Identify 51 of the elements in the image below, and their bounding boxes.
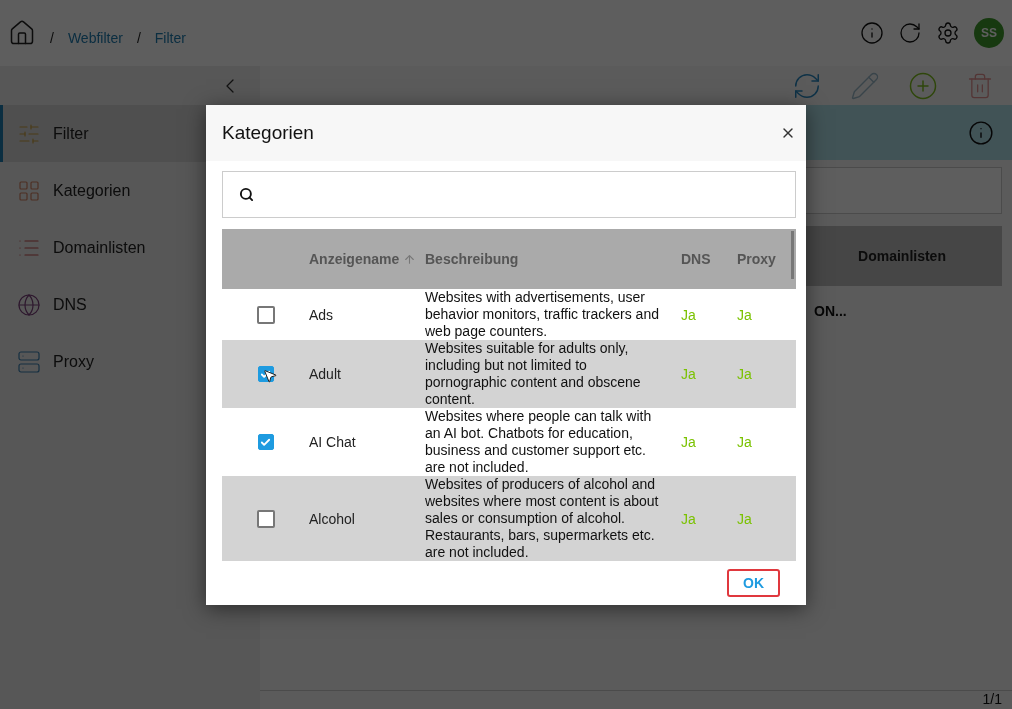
table-cell-text: Websites suitable for adults only, including but not limited to pornographic content and obscene content. <box>425 340 642 408</box>
table-cell-text: Adult <box>309 366 342 382</box>
table-cell-text: Ja <box>737 366 753 382</box>
column-header[interactable]: Proxy <box>737 251 796 267</box>
table-cell-text: Websites with advertisements, user behavior monitors, traffic trackers and web page counters. <box>425 289 660 340</box>
user-avatar[interactable]: SS <box>974 18 1004 48</box>
checkbox[interactable] <box>256 305 275 324</box>
table-cell-text: ON... <box>814 303 848 319</box>
table-cell-text: Ja <box>681 306 697 323</box>
table-cell-text: Ja <box>737 510 753 527</box>
sidebar-item[interactable]: DNS <box>0 276 260 333</box>
cursor-icon <box>262 368 278 384</box>
column-header[interactable]: Domainlisten <box>802 226 1002 286</box>
table-cell-text: AI Chat <box>309 434 357 450</box>
ok-button[interactable]: OK <box>727 569 780 597</box>
column-header[interactable]: Beschreibung <box>425 251 681 267</box>
info-icon[interactable] <box>860 21 884 45</box>
table-cell-text: Ja <box>681 434 697 450</box>
checkbox[interactable] <box>256 509 275 528</box>
server-icon <box>17 349 41 374</box>
info-icon[interactable] <box>968 119 994 146</box>
column-header[interactable]: Anzeigename <box>309 251 425 267</box>
breadcrumb-separator: / <box>136 30 141 46</box>
breadcrumb-link[interactable]: Webfilter <box>67 30 123 46</box>
sidebar-item[interactable]: Proxy <box>0 333 260 390</box>
search-field[interactable] <box>222 171 796 218</box>
table-cell-text: Ja <box>681 366 697 382</box>
table-cell-text: Websites of producers of alcohol and websites where most content is about sales or consumption of alcohol. Restaurants, bars, supermarkets etc. are not included. <box>425 476 660 561</box>
sidebar-item[interactable]: Kategorien <box>0 162 260 219</box>
breadcrumb-separator: / <box>50 30 54 46</box>
settings-icon[interactable] <box>936 21 960 45</box>
grid-icon <box>17 178 41 203</box>
table-cell-text: Ja <box>681 510 697 527</box>
scrollbar[interactable] <box>791 231 794 279</box>
table-cell-text: Websites where people can talk with an AI bot. Chatbots for education, business and customer support etc. are not included. <box>425 408 653 476</box>
sidebar-item[interactable]: Domainlisten <box>0 219 260 276</box>
check-icon <box>260 436 271 448</box>
trash-icon[interactable] <box>966 71 994 100</box>
checkbox[interactable] <box>257 434 274 450</box>
plus-icon[interactable] <box>908 70 938 101</box>
table-cell-text: Alcohol <box>309 510 356 527</box>
table-cell-text: Ads <box>309 306 335 323</box>
table-cell-text: Ja <box>737 306 753 323</box>
globe-icon <box>17 292 41 317</box>
breadcrumb-link[interactable]: Filter <box>154 30 186 46</box>
refresh-icon[interactable] <box>898 21 922 45</box>
table-cell-text: Ja <box>737 434 753 450</box>
page-count: 1/1 <box>982 691 1002 709</box>
search-icon <box>239 187 254 202</box>
column-header[interactable]: DNS <box>681 251 737 267</box>
home-icon[interactable] <box>8 19 36 47</box>
